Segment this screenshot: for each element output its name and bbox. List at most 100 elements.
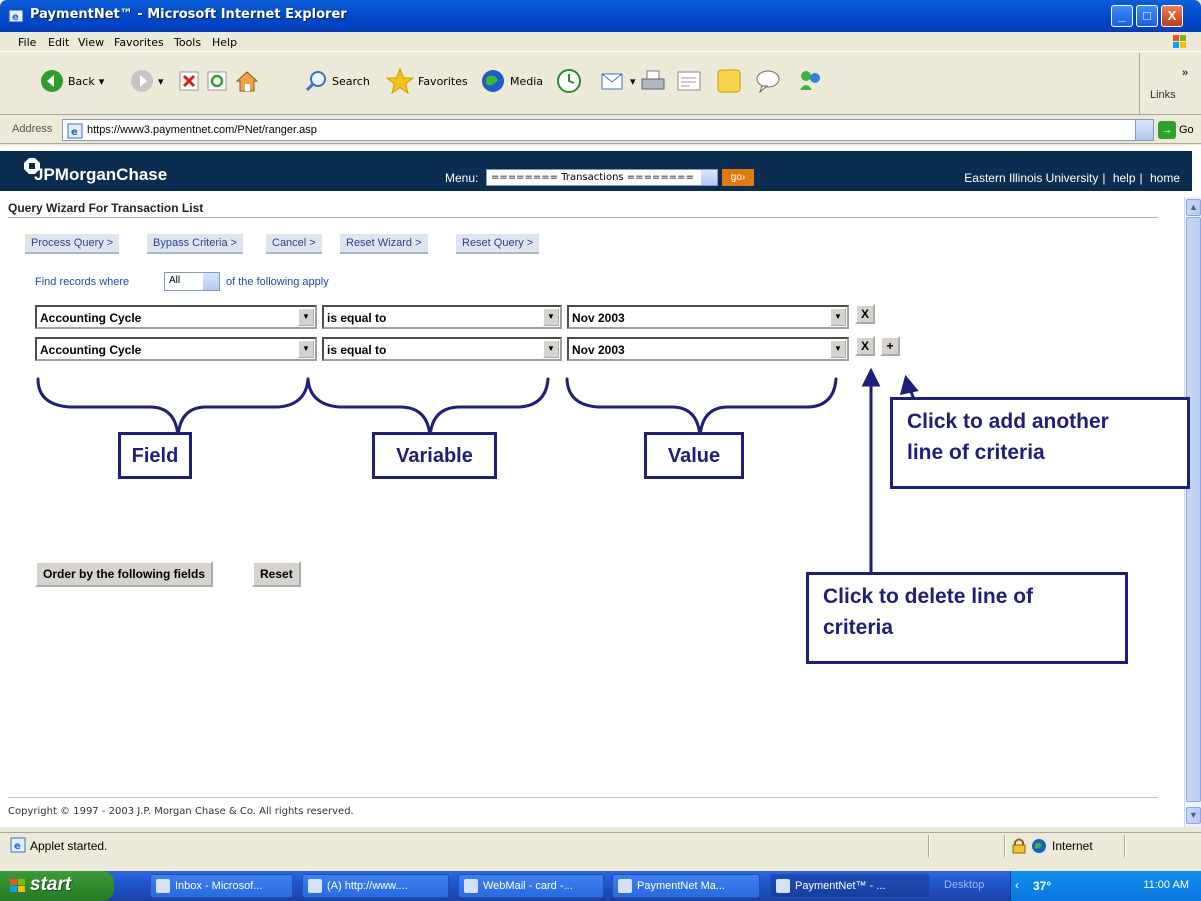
tray-expand-icon[interactable]: ‹ (1015, 878, 1019, 892)
browser-content: JPMorganChase Menu: ======== Transaction… (0, 145, 1201, 827)
address-bar: Address e https://www3.paymentnet.com/PN… (0, 116, 1201, 144)
search-button[interactable]: Search (304, 61, 370, 101)
refresh-button[interactable] (206, 61, 228, 101)
windows-logo-icon (10, 879, 25, 892)
sticky-note-icon (717, 69, 741, 93)
back-button[interactable]: Back ▾ (40, 61, 104, 101)
edit-icon (677, 71, 701, 91)
lock-icon (1012, 838, 1026, 854)
desktop-toolbar-label[interactable]: Desktop (944, 879, 984, 891)
mail-button[interactable]: ▾ (600, 61, 636, 101)
star-icon (386, 68, 414, 94)
add-row-callout-line1: Click to add another (907, 410, 1109, 433)
svg-text:e: e (12, 12, 19, 23)
task-label: WebMail - card -... (483, 880, 573, 892)
menu-tools[interactable]: Tools (174, 36, 201, 49)
status-bar: e Applet started. Internet (0, 832, 1201, 858)
status-divider (1004, 835, 1006, 857)
ie-icon (776, 879, 790, 893)
weather-temp[interactable]: 37° (1033, 879, 1051, 893)
delete-row-callout-line2: criteria (823, 616, 894, 639)
menu-bar: File Edit View Favorites Tools Help (0, 32, 1201, 52)
task-ie-a[interactable]: (A) http://www.... (302, 874, 449, 898)
menu-edit[interactable]: Edit (48, 36, 69, 49)
menu-file[interactable]: File (18, 36, 36, 49)
task-label: Inbox - Microsof... (175, 880, 263, 892)
edit-button[interactable] (676, 61, 702, 101)
close-button[interactable]: X (1161, 5, 1183, 27)
task-outlook[interactable]: Inbox - Microsof... (150, 874, 293, 898)
chevron-right-icon[interactable]: » (1182, 67, 1188, 79)
address-url: https://www3.paymentnet.com/PNet/ranger.… (87, 124, 317, 136)
svg-text:e: e (71, 127, 78, 138)
menu-favorites[interactable]: Favorites (114, 36, 164, 49)
add-row-callout-line2: line of criteria (907, 441, 1045, 464)
forward-arrow-icon (131, 70, 153, 92)
start-button[interactable]: start (0, 871, 114, 901)
forward-button[interactable]: ▾ (130, 61, 164, 101)
minimize-button[interactable]: _ (1111, 5, 1133, 27)
copyright-text: Copyright © 1997 - 2003 J.P. Morgan Chas… (8, 806, 354, 817)
home-button[interactable] (234, 61, 260, 101)
back-dropdown-icon[interactable]: ▾ (99, 75, 105, 88)
messenger-discuss-button[interactable] (754, 61, 782, 101)
delete-row-callout: Click to delete line of criteria (806, 572, 1128, 664)
messenger-button[interactable] (796, 61, 824, 101)
task-webmail[interactable]: WebMail - card -... (458, 874, 604, 898)
history-button[interactable] (556, 61, 582, 101)
address-input[interactable]: e https://www3.paymentnet.com/PNet/range… (62, 119, 1154, 141)
links-toolbar[interactable]: » Links (1139, 53, 1201, 115)
task-label: PaymentNet Ma... (637, 880, 726, 892)
go-button[interactable]: → Go (1158, 121, 1194, 139)
media-label: Media (510, 74, 544, 88)
add-arrowhead (899, 374, 919, 395)
forward-dropdown-icon[interactable]: ▾ (158, 75, 164, 88)
delete-row-callout-line1: Click to delete line of (823, 585, 1034, 608)
messenger-people-icon (800, 71, 820, 90)
go-arrow-icon: → (1158, 121, 1176, 139)
system-tray: ‹ 37° 11:00 AM (1010, 871, 1201, 901)
clock[interactable]: 11:00 AM (1143, 879, 1189, 891)
task-label: PaymentNet™ - ... (795, 880, 886, 892)
home-icon (235, 71, 259, 92)
back-arrow-icon (41, 70, 63, 92)
browser-toolbar: Back ▾ ▾ Search Favorites Media ▾ » Link… (0, 53, 1201, 115)
ie-icon: e (8, 9, 24, 23)
stop-button[interactable] (178, 61, 200, 101)
back-label: Back (68, 74, 95, 88)
notes-button[interactable] (716, 61, 742, 101)
status-divider (1124, 835, 1126, 857)
favorites-label: Favorites (418, 74, 468, 88)
reset-button[interactable]: Reset (252, 561, 301, 587)
menu-view[interactable]: View (78, 36, 104, 49)
stop-icon (179, 71, 199, 91)
page-icon: e (67, 123, 83, 139)
outlook-icon (156, 879, 170, 893)
word-icon (618, 879, 632, 893)
mail-icon (601, 73, 623, 90)
media-button[interactable]: Media (480, 61, 543, 101)
ie-icon (464, 879, 478, 893)
task-word-paymentnet[interactable]: PaymentNet Ma... (612, 874, 760, 898)
mail-dropdown-icon[interactable]: ▾ (630, 75, 636, 88)
windows-logo-icon (1173, 35, 1186, 48)
links-label[interactable]: Links (1150, 89, 1176, 101)
svg-text:e: e (14, 841, 21, 852)
status-divider (928, 835, 930, 857)
order-by-button[interactable]: Order by the following fields (35, 561, 214, 587)
address-dropdown-icon[interactable] (1135, 120, 1153, 140)
maximize-button[interactable]: □ (1136, 5, 1158, 27)
status-text: Applet started. (30, 839, 108, 853)
window-title: PaymentNet™ - Microsoft Internet Explore… (30, 7, 347, 22)
globe-icon (1032, 839, 1046, 853)
taskbar: start Inbox - Microsof... (A) http://www… (0, 871, 1201, 901)
address-label: Address (12, 123, 53, 135)
start-label: start (30, 874, 72, 895)
delete-arrowhead (861, 367, 881, 387)
menu-help[interactable]: Help (212, 36, 237, 49)
print-button[interactable] (640, 61, 666, 101)
add-row-callout: Click to add another line of criteria (890, 397, 1190, 489)
favorites-button[interactable]: Favorites (386, 61, 468, 101)
task-paymentnet-ie[interactable]: PaymentNet™ - ... (770, 874, 930, 898)
media-globe-icon (482, 70, 504, 92)
